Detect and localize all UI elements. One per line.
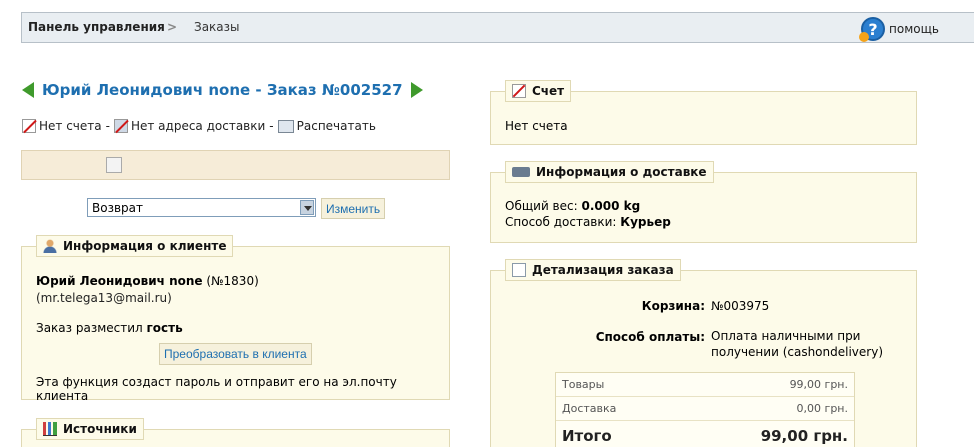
total-label: Итого — [562, 426, 612, 445]
delivery-method-line: Способ доставки: Курьер — [505, 215, 671, 229]
delivery-method-label: Способ доставки: — [505, 215, 617, 229]
breadcrumb-separator: > — [167, 20, 178, 34]
client-convert-note: Эта функция создаст пароль и отправит ег… — [36, 375, 397, 403]
client-info-title: Информация о клиенте — [63, 239, 227, 253]
broken-image-icon — [106, 157, 122, 173]
actions-separator: - — [105, 119, 110, 133]
client-email: (mr.telega13@mail.ru) — [36, 291, 172, 305]
document-icon — [512, 263, 526, 277]
order-actions: Нет счета - Нет адреса доставки - Распеч… — [22, 119, 376, 133]
change-status-button[interactable]: Изменить — [321, 198, 386, 219]
payment-method-label: Способ оплаты: — [595, 330, 705, 344]
no-address-icon — [113, 119, 128, 133]
invoice-panel: Счет Нет счета — [490, 80, 917, 145]
totals-row-shipping: Доставка 0,00 грн. — [556, 397, 854, 421]
goods-label: Товары — [562, 378, 605, 391]
order-details-header: Детализация заказа — [505, 259, 681, 281]
order-totals-table: Товары 99,00 грн. Доставка 0,00 грн. Ито… — [555, 372, 855, 447]
no-invoice-label: Нет счета — [39, 119, 102, 133]
no-invoice-icon — [512, 84, 526, 98]
dropdown-arrow-icon[interactable] — [300, 200, 314, 215]
next-order-arrow-icon[interactable] — [410, 82, 423, 98]
help-label: помощь — [889, 22, 939, 36]
payment-method-line1: Оплата наличными при — [711, 329, 861, 343]
client-info-header: Информация о клиенте — [36, 235, 234, 257]
order-title-row: Юрий Леонидович none - Заказ №002527 — [22, 81, 423, 99]
breadcrumb-current[interactable]: Заказы — [194, 20, 240, 34]
cart-value[interactable]: №003975 — [711, 299, 769, 313]
sources-panel: Источники — [21, 418, 450, 447]
order-details-panel: Детализация заказа Корзина: №003975 Спос… — [490, 259, 917, 447]
shipping-value: 0,00 грн. — [796, 402, 848, 415]
order-title: Юрий Леонидович none - Заказ №002527 — [42, 81, 403, 99]
order-details-title: Детализация заказа — [532, 263, 674, 277]
print-icon[interactable] — [277, 119, 294, 133]
order-status-selected: Возврат — [92, 201, 143, 215]
client-name-line: Юрий Леонидович none (№1830) — [36, 274, 259, 288]
totals-row-goods: Товары 99,00 грн. — [556, 373, 854, 397]
help-link[interactable]: ? помощь — [859, 17, 939, 42]
sources-header: Источники — [36, 418, 144, 440]
total-value: 99,00 грн. — [760, 426, 848, 445]
goods-value: 99,00 грн. — [789, 378, 848, 391]
delivery-weight-line: Общий вес: 0.000 kg — [505, 199, 640, 213]
delivery-weight-label: Общий вес: — [505, 199, 578, 213]
delivery-weight-value: 0.000 kg — [581, 199, 641, 213]
client-id: (№1830) — [206, 274, 259, 288]
chart-icon — [43, 422, 57, 436]
client-placed-prefix: Заказ разместил — [36, 321, 143, 335]
delivery-method-value: Курьер — [620, 215, 671, 229]
invoice-text: Нет счета — [505, 119, 568, 133]
order-image-strip — [21, 150, 450, 180]
help-icon: ? — [859, 17, 886, 42]
convert-to-client-button[interactable]: Преобразовать в клиента — [159, 343, 312, 365]
client-placed-line: Заказ разместил гость — [36, 321, 183, 335]
totals-row-total: Итого 99,00 грн. — [556, 421, 854, 447]
shipping-label: Доставка — [562, 402, 617, 415]
delivery-header: Информация о доставке — [505, 161, 714, 183]
payment-method-line2: получении (cashondelivery) — [711, 345, 883, 359]
sources-title: Источники — [63, 422, 137, 436]
order-status-select[interactable]: Возврат — [87, 198, 316, 217]
invoice-header: Счет — [505, 80, 572, 102]
client-name: Юрий Леонидович none — [36, 274, 203, 288]
actions-separator: - — [269, 119, 274, 133]
no-invoice-icon — [22, 119, 36, 133]
client-info-panel: Информация о клиенте Юрий Леонидович non… — [21, 235, 450, 403]
no-address-label: Нет адреса доставки — [130, 119, 266, 133]
user-icon — [43, 239, 57, 253]
previous-order-arrow-icon[interactable] — [22, 82, 34, 98]
breadcrumb-home[interactable]: Панель управления — [28, 20, 165, 34]
delivery-title: Информация о доставке — [536, 165, 707, 179]
client-placed-by: гость — [146, 321, 183, 335]
invoice-title: Счет — [532, 84, 565, 98]
print-link[interactable]: Распечатать — [297, 119, 376, 133]
delivery-panel: Информация о доставке Общий вес: 0.000 k… — [490, 161, 917, 243]
truck-icon — [512, 167, 530, 177]
top-bar: Панель управления > Заказы ? помощь — [21, 12, 974, 43]
cart-label: Корзина: — [641, 299, 705, 313]
